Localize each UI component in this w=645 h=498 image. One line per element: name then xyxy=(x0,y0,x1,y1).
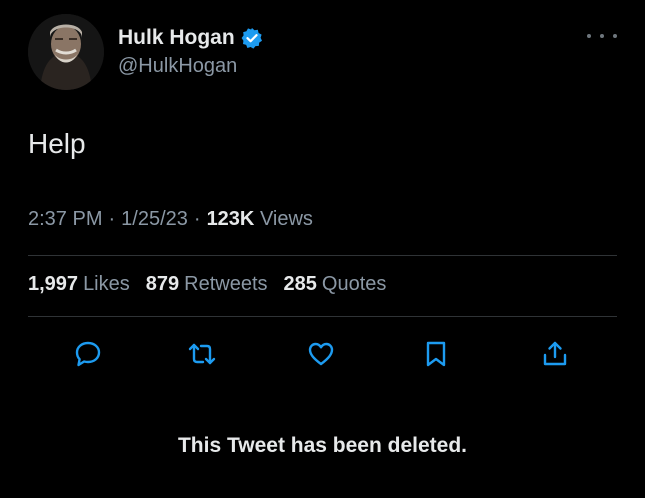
verified-badge-icon xyxy=(241,27,263,49)
retweet-icon[interactable] xyxy=(182,334,222,374)
author-name[interactable]: Hulk Hogan xyxy=(118,26,263,50)
likes-label: Likes xyxy=(83,273,130,295)
tweet-stats: 1,997 Likes 879 Retweets 285 Quotes xyxy=(28,273,386,296)
meta-separator: · xyxy=(193,208,201,230)
quotes-label: Quotes xyxy=(321,273,387,295)
author-handle[interactable]: @HulkHogan xyxy=(118,55,237,78)
tweet-time[interactable]: 2:37 PM xyxy=(28,208,102,231)
avatar-image xyxy=(28,14,104,90)
quotes-stat[interactable]: 285 Quotes xyxy=(284,273,387,296)
likes-stat[interactable]: 1,997 Likes xyxy=(28,273,130,296)
divider xyxy=(28,255,617,256)
avatar[interactable] xyxy=(28,14,104,90)
like-icon[interactable] xyxy=(301,334,341,374)
meta-separator: · xyxy=(108,208,116,230)
tweet-text: Help xyxy=(28,128,86,159)
author-display-name[interactable]: Hulk Hogan xyxy=(118,26,235,50)
bookmark-icon[interactable] xyxy=(416,334,456,374)
retweets-stat[interactable]: 879 Retweets xyxy=(146,273,268,296)
views-label: Views xyxy=(259,208,313,230)
action-bar xyxy=(0,334,645,374)
tweet-date[interactable]: 1/25/23 xyxy=(121,208,188,231)
views-count: 123K xyxy=(206,208,255,230)
more-options-icon[interactable] xyxy=(587,26,617,46)
likes-count: 1,997 xyxy=(28,273,79,295)
deleted-notice: This Tweet has been deleted. xyxy=(177,434,468,457)
tweet-meta: 2:37 PM · 1/25/23 · 123K Views xyxy=(28,208,313,231)
reply-icon[interactable] xyxy=(68,334,108,374)
retweets-count: 879 xyxy=(145,273,180,295)
share-icon[interactable] xyxy=(535,334,575,374)
divider xyxy=(28,316,617,317)
retweets-label: Retweets xyxy=(184,273,268,295)
quotes-count: 285 xyxy=(283,273,317,295)
